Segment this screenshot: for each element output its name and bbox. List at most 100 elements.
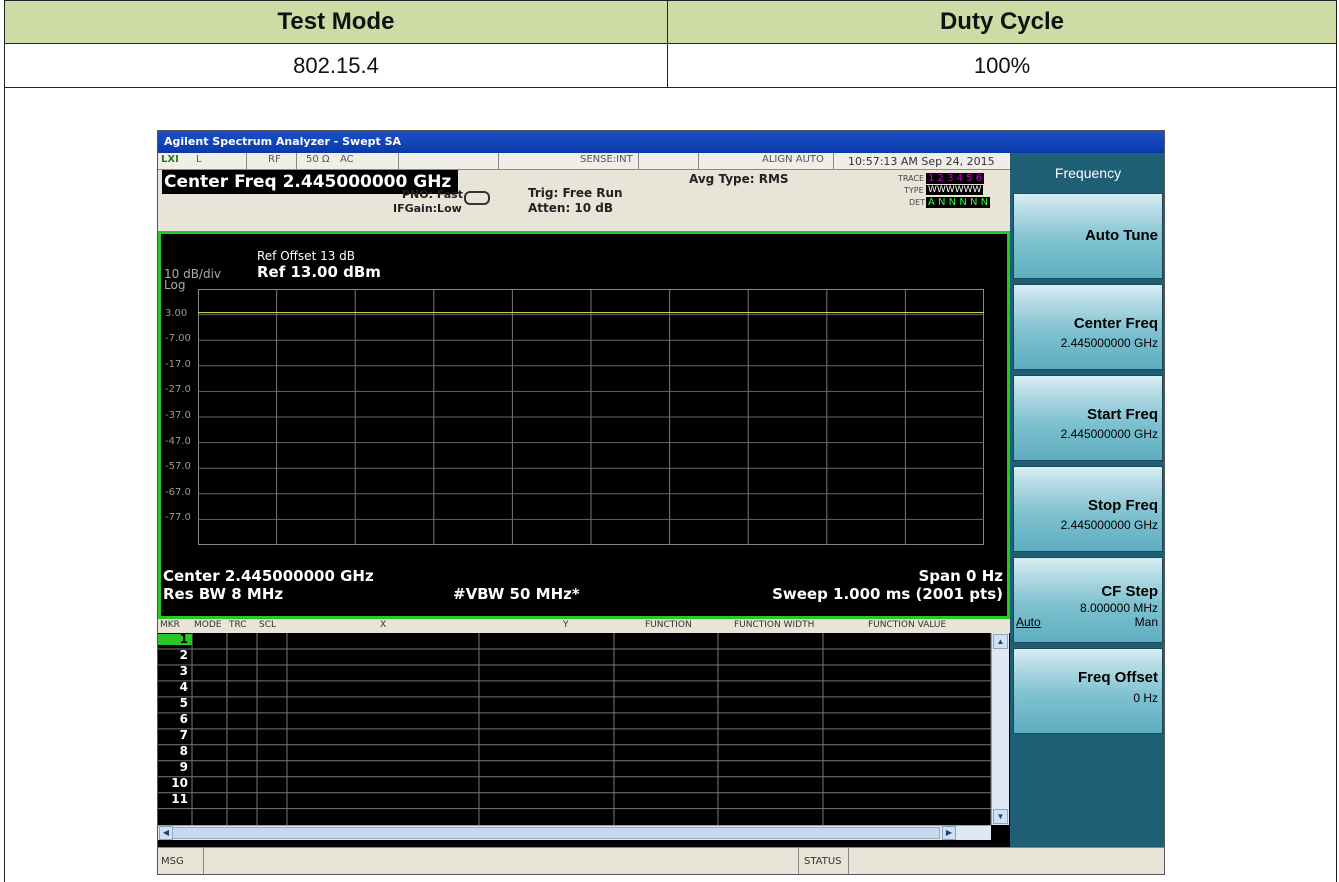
scroll-right-icon[interactable]: ▶ bbox=[942, 826, 956, 840]
col-trc: TRC bbox=[229, 620, 247, 630]
marker-row-number[interactable]: 4 bbox=[158, 681, 192, 693]
ref-level-label: Ref 13.00 dBm bbox=[257, 263, 381, 281]
y-tick-label: -47.0 bbox=[165, 435, 191, 447]
center-freq-softkey-label: Center Freq bbox=[1073, 315, 1158, 332]
cf-step-softkey-label: CF Step bbox=[1101, 583, 1158, 600]
center-freq-softkey-value: 2.445000000 GHz bbox=[1060, 336, 1158, 350]
y-tick-label: 3.00 bbox=[165, 307, 188, 319]
col-function-width: FUNCTION WIDTH bbox=[734, 620, 815, 630]
start-freq-softkey-label: Start Freq bbox=[1087, 406, 1158, 423]
trace-graticule bbox=[198, 289, 984, 545]
attenuation-status: Atten: 10 dB bbox=[528, 201, 614, 215]
status-label: STATUS bbox=[804, 856, 842, 867]
center-freq-softkey[interactable]: Center Freq 2.445000000 GHz bbox=[1013, 284, 1163, 370]
ref-offset-label: Ref Offset 13 dB bbox=[257, 249, 356, 263]
span-label: Span 0 Hz bbox=[918, 567, 1003, 585]
marker-row-number[interactable]: 9 bbox=[158, 761, 192, 773]
pno-indicator: PNO: Fast bbox=[402, 188, 463, 201]
coupling-indicator: AC bbox=[340, 154, 354, 165]
header-duty-cycle: Duty Cycle bbox=[667, 0, 1337, 44]
start-freq-softkey-value: 2.445000000 GHz bbox=[1060, 427, 1158, 441]
window-title: Agilent Spectrum Analyzer - Swept SA bbox=[158, 131, 1164, 153]
det-values: A N N N N N bbox=[926, 197, 991, 208]
scroll-down-icon[interactable]: ▼ bbox=[993, 809, 1008, 824]
res-bw-label: Res BW 8 MHz bbox=[163, 585, 284, 603]
value-duty-cycle: 100% bbox=[667, 44, 1337, 88]
cf-step-softkey[interactable]: CF Step 8.000000 MHz Auto Man bbox=[1013, 557, 1163, 643]
marker-table-grid bbox=[158, 633, 991, 825]
y-tick-label: -67.0 bbox=[165, 486, 191, 498]
trace-info-box: 10:57:13 AM Sep 24, 2015 TRACE 1 2 3 4 5… bbox=[846, 153, 1008, 231]
stop-freq-softkey-label: Stop Freq bbox=[1088, 497, 1158, 514]
col-mode: MODE bbox=[194, 620, 222, 630]
marker-row-number[interactable]: 10 bbox=[158, 777, 192, 789]
log-label: Log bbox=[164, 278, 186, 292]
stop-freq-softkey-value: 2.445000000 GHz bbox=[1060, 518, 1158, 532]
marker-row-number[interactable]: 5 bbox=[158, 697, 192, 709]
col-x: X bbox=[380, 620, 387, 630]
type-values: WWWWWW bbox=[926, 185, 984, 195]
cf-step-man-option: Man bbox=[1134, 615, 1158, 629]
trace-values: 1 2 3 4 5 6 bbox=[926, 173, 985, 184]
message-bar: MSG STATUS bbox=[158, 847, 1164, 874]
trace-label: TRACE bbox=[898, 174, 925, 183]
marker-row-number[interactable]: 3 bbox=[158, 665, 192, 677]
y-tick-label: -27.0 bbox=[165, 384, 191, 396]
datetime-readout: 10:57:13 AM Sep 24, 2015 bbox=[848, 155, 995, 168]
y-tick-label: -77.0 bbox=[165, 512, 191, 524]
avg-type-status: Avg Type: RMS bbox=[689, 172, 789, 186]
l-indicator: L bbox=[196, 154, 202, 165]
stop-freq-softkey[interactable]: Stop Freq 2.445000000 GHz bbox=[1013, 466, 1163, 552]
col-y: Y bbox=[563, 620, 569, 630]
freq-offset-softkey[interactable]: Freq Offset 0 Hz bbox=[1013, 648, 1163, 734]
marker-row-number[interactable]: 8 bbox=[158, 745, 192, 757]
marker-row-number[interactable]: 6 bbox=[158, 713, 192, 725]
y-tick-label: -37.0 bbox=[165, 410, 191, 421]
auto-tune-softkey[interactable]: Auto Tune bbox=[1013, 193, 1163, 279]
col-scl: SCL bbox=[259, 620, 277, 630]
analyzer-display: Ref Offset 13 dB 10 dB/div Ref 13.00 dBm… bbox=[158, 231, 1010, 619]
scroll-thumb[interactable] bbox=[172, 827, 940, 839]
ifgain-indicator: IFGain:Low bbox=[393, 202, 462, 215]
freq-offset-softkey-value: 0 Hz bbox=[1133, 691, 1158, 705]
settings-bar: LXI L RF 50 Ω AC SENSE:INT ALIGN AUTO Ce… bbox=[158, 153, 1010, 232]
det-label: DET bbox=[909, 198, 926, 207]
cf-step-softkey-value: 8.000000 MHz bbox=[1079, 601, 1158, 615]
marker-horizontal-scrollbar[interactable]: ◀ ▶ bbox=[158, 825, 991, 840]
type-label: TYPE bbox=[904, 186, 924, 195]
marker-row-number[interactable]: 1 bbox=[158, 633, 192, 645]
header-test-mode: Test Mode bbox=[4, 0, 668, 44]
analyzer-window: Agilent Spectrum Analyzer - Swept SA LXI… bbox=[157, 130, 1165, 875]
col-function-value: FUNCTION VALUE bbox=[868, 620, 947, 630]
start-freq-softkey[interactable]: Start Freq 2.445000000 GHz bbox=[1013, 375, 1163, 461]
value-test-mode: 802.15.4 bbox=[4, 44, 668, 88]
impedance-indicator: 50 Ω bbox=[306, 154, 330, 165]
sweep-label: Sweep 1.000 ms (2001 pts) bbox=[772, 585, 1003, 603]
align-indicator: ALIGN AUTO bbox=[762, 154, 824, 165]
trigger-loop-icon bbox=[464, 191, 490, 205]
lxi-icon: LXI bbox=[161, 154, 179, 165]
auto-tune-label: Auto Tune bbox=[1084, 227, 1158, 244]
trigger-status: Trig: Free Run bbox=[528, 186, 623, 200]
marker-table-header: MKR MODE TRC SCL X Y FUNCTION FUNCTION W… bbox=[158, 619, 1010, 633]
msg-label: MSG bbox=[161, 856, 184, 867]
y-tick-label: -7.00 bbox=[165, 333, 191, 345]
vbw-label: #VBW 50 MHz* bbox=[453, 585, 580, 603]
scroll-left-icon[interactable]: ◀ bbox=[159, 826, 173, 840]
marker-row-number[interactable]: 11 bbox=[158, 793, 192, 805]
freq-offset-softkey-label: Freq Offset bbox=[1077, 669, 1158, 686]
y-tick-label: -17.0 bbox=[165, 358, 191, 370]
scroll-up-icon[interactable]: ▲ bbox=[993, 634, 1008, 649]
marker-row-number[interactable]: 2 bbox=[158, 649, 192, 661]
center-label: Center 2.445000000 GHz bbox=[163, 567, 374, 585]
marker-row-number[interactable]: 7 bbox=[158, 729, 192, 741]
marker-vertical-scrollbar[interactable]: ▲ ▼ bbox=[991, 633, 1009, 825]
cf-step-auto-option: Auto bbox=[1016, 615, 1041, 629]
sense-indicator: SENSE:INT bbox=[580, 154, 633, 165]
rf-indicator: RF bbox=[268, 154, 281, 165]
col-function: FUNCTION bbox=[645, 620, 692, 630]
marker-table: MKR MODE TRC SCL X Y FUNCTION FUNCTION W… bbox=[158, 619, 1010, 847]
y-tick-label: -57.0 bbox=[165, 461, 191, 473]
softkey-panel: Frequency Auto Tune Center Freq 2.445000… bbox=[1010, 153, 1164, 847]
col-mkr: MKR bbox=[160, 620, 180, 630]
